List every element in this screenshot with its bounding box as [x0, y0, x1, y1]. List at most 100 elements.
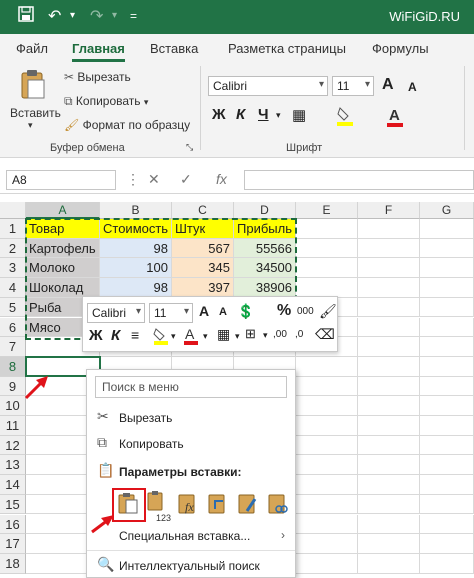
table-cell[interactable] [420, 435, 474, 456]
table-cell[interactable] [296, 475, 358, 495]
menu-item-cut[interactable]: ✂ Вырезать [95, 408, 291, 428]
row-header[interactable]: 5 [0, 297, 26, 318]
menu-item-paste-special[interactable]: Специальная вставка... › [95, 526, 291, 546]
table-cell[interactable] [358, 376, 420, 397]
mini-italic-button[interactable]: К [111, 327, 120, 344]
column-header[interactable]: G [420, 202, 474, 219]
table-cell[interactable] [358, 337, 420, 357]
table-cell[interactable] [420, 514, 474, 535]
chevron-down-icon[interactable]: ▾ [263, 330, 268, 341]
thousands-separator-button[interactable]: 000 [297, 306, 314, 317]
table-cell[interactable] [358, 396, 420, 416]
table-cell[interactable] [358, 435, 420, 456]
formula-input[interactable] [244, 170, 474, 190]
format-painter-icon[interactable]: 🖌 [319, 303, 337, 320]
cancel-icon[interactable]: ✕ [148, 171, 160, 188]
tab-formulas[interactable]: Формулы [372, 41, 429, 56]
table-cell[interactable] [296, 238, 358, 259]
tab-file[interactable]: Файл [16, 41, 48, 56]
row-header[interactable]: 15 [0, 494, 26, 515]
font-name-select[interactable]: Calibri ▾ [208, 76, 328, 96]
tab-home[interactable]: Главная [72, 41, 125, 62]
borders-icon[interactable]: ▦ [292, 106, 306, 124]
table-cell[interactable] [358, 219, 420, 239]
row-header[interactable]: 18 [0, 553, 26, 574]
row-header[interactable]: 13 [0, 455, 26, 476]
table-cell[interactable] [420, 376, 474, 397]
chevron-down-icon[interactable]: ▾ [203, 331, 208, 342]
fill-color-icon[interactable] [336, 106, 354, 130]
table-cell[interactable] [420, 416, 474, 436]
table-cell[interactable] [420, 455, 474, 476]
redo-dropdown-icon[interactable]: ▾ [112, 10, 117, 21]
table-cell[interactable] [420, 475, 474, 495]
table-cell[interactable] [358, 258, 420, 279]
table-cell[interactable] [420, 258, 474, 279]
row-header[interactable]: 1 [0, 219, 26, 239]
menu-item-smart-lookup[interactable]: 🔍 Интеллектуальный поиск [95, 556, 291, 576]
bold-button[interactable]: Ж [212, 106, 226, 123]
table-cell[interactable] [420, 278, 474, 298]
table-cell[interactable] [296, 278, 358, 298]
paste-option-values[interactable]: 123 [146, 491, 171, 523]
column-header[interactable]: B [100, 202, 172, 219]
table-cell[interactable] [420, 396, 474, 416]
table-cell[interactable] [358, 534, 420, 554]
chevron-down-icon[interactable]: ▾ [276, 110, 281, 121]
table-cell[interactable] [358, 514, 420, 535]
table-cell[interactable] [296, 376, 358, 397]
name-box-dropdown-icon[interactable]: ⋮ [126, 171, 140, 188]
table-cell[interactable] [358, 416, 420, 436]
cut-button[interactable]: ✂ Вырезать [64, 70, 131, 84]
row-header[interactable]: 3 [0, 258, 26, 279]
mini-bold-button[interactable]: Ж [89, 327, 103, 344]
clear-format-icon[interactable]: ⌫ [315, 326, 335, 343]
row-header[interactable]: 16 [0, 514, 26, 535]
table-cell[interactable] [358, 278, 420, 298]
table-cell[interactable] [296, 416, 358, 436]
dialog-launcher-icon[interactable]: ⤡ [186, 142, 193, 153]
tab-page-layout[interactable]: Разметка страницы [228, 41, 346, 56]
table-cell[interactable] [358, 356, 420, 377]
save-icon[interactable] [18, 6, 34, 27]
table-cell[interactable] [358, 317, 420, 338]
tab-insert[interactable]: Вставка [150, 41, 198, 56]
insert-function-icon[interactable]: fx [216, 171, 227, 187]
paste-option-formatting[interactable] [236, 491, 260, 519]
chevron-down-icon[interactable]: ▾ [171, 331, 176, 342]
column-header[interactable]: E [296, 202, 358, 219]
row-header[interactable]: 12 [0, 435, 26, 456]
row-header[interactable]: 6 [0, 317, 26, 338]
row-header[interactable]: 2 [0, 238, 26, 259]
menu-search-input[interactable]: Поиск в меню [95, 376, 287, 398]
table-cell[interactable] [420, 297, 474, 318]
undo-dropdown-icon[interactable]: ▾ [70, 10, 75, 21]
column-header[interactable]: A [26, 202, 100, 219]
table-cell[interactable] [296, 396, 358, 416]
row-header[interactable]: 14 [0, 475, 26, 495]
row-header[interactable]: 17 [0, 534, 26, 554]
decrease-decimal-icon[interactable]: ,0 [295, 329, 303, 340]
row-header[interactable]: 4 [0, 278, 26, 298]
borders-icon[interactable]: ▦ [217, 326, 230, 343]
table-cell[interactable] [420, 534, 474, 554]
table-cell[interactable] [420, 219, 474, 239]
shrink-font-button[interactable]: A [408, 80, 417, 94]
mini-shrink-font-button[interactable]: A [219, 306, 227, 318]
paste-button[interactable]: Вставить ▾ [10, 66, 61, 138]
mini-grow-font-button[interactable]: A [199, 303, 209, 319]
table-cell[interactable] [296, 219, 358, 239]
table-cell[interactable] [296, 455, 358, 476]
table-cell[interactable] [296, 356, 358, 377]
percent-style-button[interactable]: % [277, 302, 291, 320]
table-cell[interactable] [420, 238, 474, 259]
table-cell[interactable] [296, 258, 358, 279]
name-box[interactable]: A8 [6, 170, 116, 190]
table-cell[interactable] [420, 317, 474, 338]
chevron-down-icon[interactable]: ▾ [235, 331, 240, 342]
font-color-icon[interactable]: A [183, 326, 199, 349]
paste-option-transpose[interactable] [206, 491, 230, 519]
table-cell[interactable] [358, 494, 420, 515]
table-cell[interactable] [296, 435, 358, 456]
customize-toolbar-icon[interactable]: = [130, 9, 137, 23]
